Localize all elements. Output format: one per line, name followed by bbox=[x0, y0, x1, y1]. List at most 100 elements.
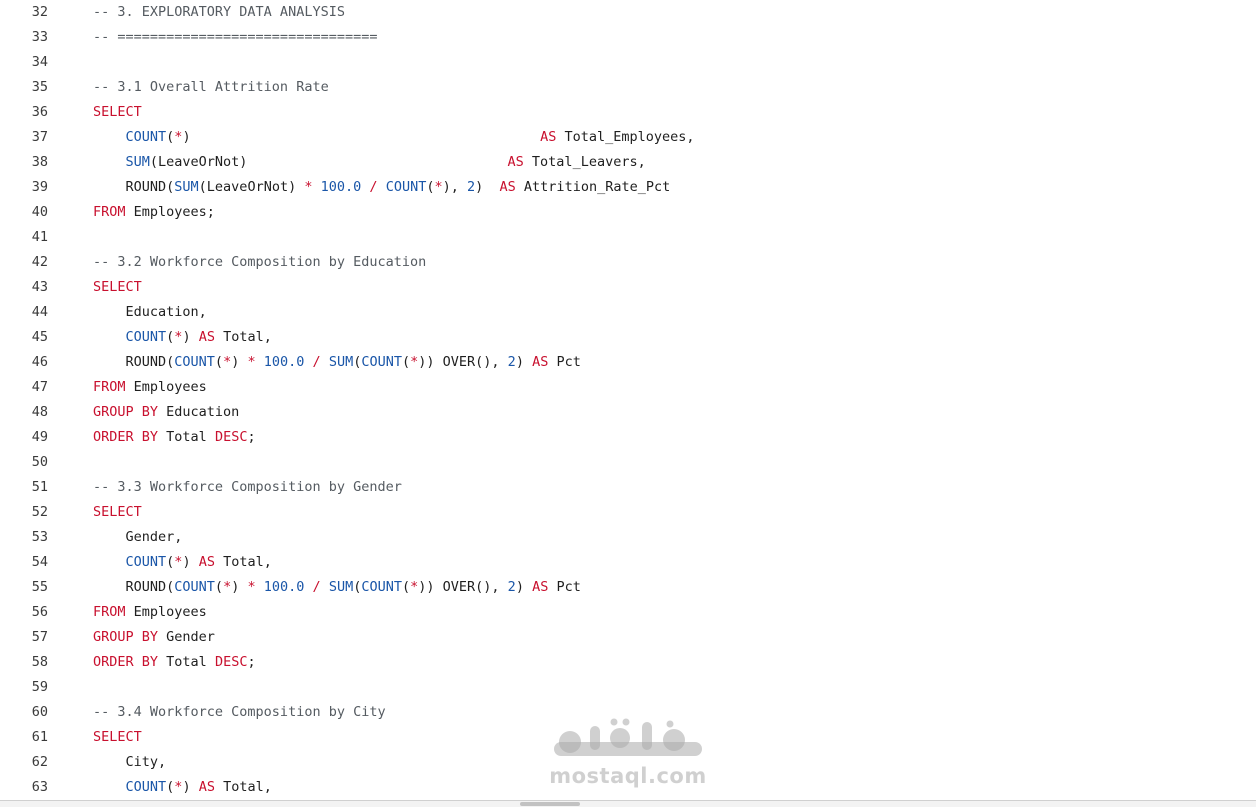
plain-token: (LeaveOrNot) bbox=[198, 179, 305, 195]
keyword-token: AS bbox=[499, 179, 516, 195]
comment-token: -- 3.1 Overall Attrition Rate bbox=[93, 79, 329, 95]
code-text: COUNT(*) AS Total, bbox=[93, 775, 272, 800]
code-line[interactable]: 58 ORDER BY Total DESC; bbox=[0, 650, 1256, 675]
code-line[interactable]: 40 FROM Employees; bbox=[0, 200, 1256, 225]
code-line[interactable]: 55 ROUND(COUNT(*) * 100.0 / SUM(COUNT(*)… bbox=[0, 575, 1256, 600]
code-line[interactable]: 54 COUNT(*) AS Total, bbox=[0, 550, 1256, 575]
code-line[interactable]: 53 Gender, bbox=[0, 525, 1256, 550]
keyword-token: ORDER BY bbox=[93, 429, 159, 445]
code-line[interactable]: 45 COUNT(*) AS Total, bbox=[0, 325, 1256, 350]
code-text: ORDER BY Total DESC; bbox=[93, 425, 256, 450]
code-line[interactable]: 56 FROM Employees bbox=[0, 600, 1256, 625]
code-text: COUNT(*) AS Total_Employees, bbox=[93, 125, 695, 150]
code-line[interactable]: 48 GROUP BY Education bbox=[0, 400, 1256, 425]
plain-token: ROUND( bbox=[93, 354, 175, 370]
code-line[interactable]: 41 bbox=[0, 225, 1256, 250]
plain-token: ; bbox=[247, 429, 256, 445]
plain-token: Total, bbox=[214, 329, 272, 345]
scrollbar-thumb[interactable] bbox=[520, 802, 580, 806]
code-line[interactable]: 42 -- 3.2 Workforce Composition by Educat… bbox=[0, 250, 1256, 275]
keyword-token: * bbox=[247, 579, 256, 595]
function-token: SUM bbox=[125, 154, 150, 170]
code-text: Gender, bbox=[93, 525, 183, 550]
code-editor[interactable]: 32 -- 3. EXPLORATORY DATA ANALYSIS 33 -- ==… bbox=[0, 0, 1256, 800]
code-text: ROUND(COUNT(*) * 100.0 / SUM(COUNT(*)) O… bbox=[93, 350, 581, 375]
code-line[interactable]: 57 GROUP BY Gender bbox=[0, 625, 1256, 650]
keyword-token: ORDER BY bbox=[93, 654, 159, 670]
keyword-token: GROUP BY bbox=[93, 629, 159, 645]
code-line[interactable]: 34 bbox=[0, 50, 1256, 75]
line-number: 36 bbox=[31, 104, 48, 120]
line-number: 63 bbox=[31, 779, 48, 795]
plain-token: Education bbox=[158, 404, 240, 420]
code-line[interactable]: 52 SELECT bbox=[0, 500, 1256, 525]
keyword-token: FROM bbox=[93, 204, 126, 220]
line-number: 49 bbox=[31, 429, 48, 445]
code-line[interactable]: 46 ROUND(COUNT(*) * 100.0 / SUM(COUNT(*)… bbox=[0, 350, 1256, 375]
function-token: COUNT bbox=[125, 129, 167, 145]
plain-token: Employees; bbox=[125, 204, 215, 220]
plain-token: ) bbox=[182, 129, 541, 145]
code-line[interactable]: 38 SUM(LeaveOrNot) AS Total_Leavers, bbox=[0, 150, 1256, 175]
code-line[interactable]: 37 COUNT(*) AS Total_Employees, bbox=[0, 125, 1256, 150]
keyword-token: SELECT bbox=[93, 729, 142, 745]
line-number: 50 bbox=[31, 454, 48, 470]
plain-token: ) bbox=[182, 329, 199, 345]
code-text: ORDER BY Total DESC; bbox=[93, 650, 256, 675]
plain-token: Total bbox=[158, 429, 215, 445]
plain-token: City, bbox=[93, 754, 167, 770]
code-line[interactable]: 43 SELECT bbox=[0, 275, 1256, 300]
line-number: 43 bbox=[31, 279, 48, 295]
code-line[interactable]: 60 -- 3.4 Workforce Composition by City bbox=[0, 700, 1256, 725]
line-number: 60 bbox=[31, 704, 48, 720]
code-text: -- 3.2 Workforce Composition by Educatio… bbox=[93, 250, 426, 275]
code-line[interactable]: 33 -- ================================ bbox=[0, 25, 1256, 50]
function-token: 2 bbox=[507, 579, 516, 595]
plain-token: ( bbox=[214, 579, 224, 595]
keyword-token: / bbox=[312, 579, 321, 595]
plain-token: Gender, bbox=[93, 529, 183, 545]
code-line[interactable]: 44 Education, bbox=[0, 300, 1256, 325]
code-text: -- ================================ bbox=[93, 25, 377, 50]
code-text: City, bbox=[93, 750, 167, 775]
code-line[interactable]: 59 bbox=[0, 675, 1256, 700]
code-line[interactable]: 62 City, bbox=[0, 750, 1256, 775]
line-number: 56 bbox=[31, 604, 48, 620]
keyword-token: AS bbox=[507, 154, 524, 170]
code-line[interactable]: 35 -- 3.1 Overall Attrition Rate bbox=[0, 75, 1256, 100]
keyword-token: FROM bbox=[93, 379, 126, 395]
plain-token: ) bbox=[182, 554, 199, 570]
code-line[interactable]: 32 -- 3. EXPLORATORY DATA ANALYSIS bbox=[0, 0, 1256, 25]
code-line[interactable]: 61 SELECT bbox=[0, 725, 1256, 750]
code-line[interactable]: 36 SELECT bbox=[0, 100, 1256, 125]
code-line[interactable]: 47 FROM Employees bbox=[0, 375, 1256, 400]
code-line[interactable]: 51 -- 3.3 Workforce Composition by Gender bbox=[0, 475, 1256, 500]
function-token: COUNT bbox=[361, 354, 402, 370]
horizontal-scrollbar[interactable] bbox=[0, 800, 1256, 807]
line-number: 57 bbox=[31, 629, 48, 645]
keyword-token: AS bbox=[198, 329, 215, 345]
code-line[interactable]: 50 bbox=[0, 450, 1256, 475]
function-token: COUNT bbox=[125, 779, 167, 795]
code-line[interactable]: 63 COUNT(*) AS Total, bbox=[0, 775, 1256, 800]
plain-token: Gender bbox=[158, 629, 215, 645]
plain-token: Pct bbox=[548, 354, 581, 370]
function-token: COUNT bbox=[125, 554, 167, 570]
plain-token: Total, bbox=[214, 554, 272, 570]
keyword-token: AS bbox=[198, 779, 215, 795]
keyword-token: SELECT bbox=[93, 504, 142, 520]
line-number: 35 bbox=[31, 79, 48, 95]
line-number: 37 bbox=[31, 129, 48, 145]
code-line[interactable]: 49 ORDER BY Total DESC; bbox=[0, 425, 1256, 450]
code-text: SELECT bbox=[93, 725, 142, 750]
plain-token: Employees bbox=[125, 379, 207, 395]
function-token: 100.0 bbox=[263, 354, 305, 370]
code-line[interactable]: 39 ROUND(SUM(LeaveOrNot) * 100.0 / COUNT… bbox=[0, 175, 1256, 200]
line-number: 51 bbox=[31, 479, 48, 495]
plain-token: ) bbox=[231, 354, 248, 370]
plain-token: Total bbox=[158, 654, 215, 670]
